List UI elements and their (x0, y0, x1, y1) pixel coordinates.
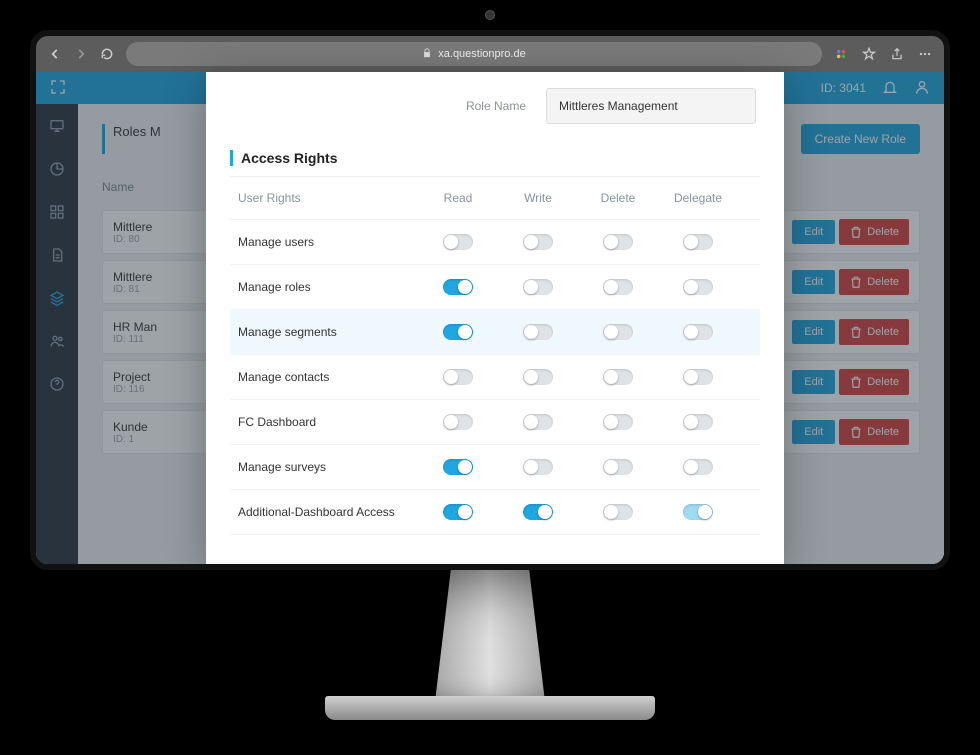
hdr-user-rights: User Rights (238, 191, 418, 205)
toggle[interactable] (683, 459, 713, 475)
hdr-write: Write (498, 191, 578, 205)
toggle[interactable] (683, 504, 713, 520)
right-label: FC Dashboard (238, 415, 418, 429)
toggle[interactable] (523, 504, 553, 520)
lock-icon (422, 48, 432, 61)
monitor-stand-base (325, 696, 655, 720)
toggle[interactable] (523, 279, 553, 295)
back-icon[interactable] (48, 47, 62, 61)
toggle[interactable] (443, 459, 473, 475)
hdr-delegate: Delegate (658, 191, 738, 205)
rights-row: Manage users (230, 220, 760, 265)
toggle[interactable] (603, 324, 633, 340)
reload-icon[interactable] (100, 47, 114, 61)
toggle[interactable] (523, 324, 553, 340)
toggle[interactable] (603, 234, 633, 250)
toggle[interactable] (443, 279, 473, 295)
toggle[interactable] (683, 279, 713, 295)
toggle[interactable] (683, 414, 713, 430)
rights-row: Manage segments (230, 310, 760, 355)
toggle[interactable] (443, 414, 473, 430)
forward-icon[interactable] (74, 47, 88, 61)
rights-row: Manage contacts (230, 355, 760, 400)
toggle[interactable] (603, 279, 633, 295)
toggle[interactable] (443, 369, 473, 385)
toggle[interactable] (443, 324, 473, 340)
hdr-delete: Delete (578, 191, 658, 205)
toggle[interactable] (523, 414, 553, 430)
toggle[interactable] (683, 369, 713, 385)
rights-header: User Rights Read Write Delete Delegate (230, 176, 760, 220)
toggle[interactable] (603, 414, 633, 430)
url-text: xa.questionpro.de (438, 48, 525, 60)
right-label: Additional-Dashboard Access (238, 505, 418, 519)
toggle[interactable] (523, 234, 553, 250)
share-icon[interactable] (890, 47, 904, 61)
rights-row: Manage surveys (230, 445, 760, 490)
toggle[interactable] (603, 504, 633, 520)
monitor-frame: xa.questionpro.de ID: 3041 (30, 30, 950, 570)
more-icon[interactable] (918, 47, 932, 61)
toggle[interactable] (683, 234, 713, 250)
role-name-input[interactable] (546, 88, 756, 124)
role-name-label: Role Name (466, 99, 526, 113)
toggle[interactable] (603, 459, 633, 475)
toggle[interactable] (443, 504, 473, 520)
url-box[interactable]: xa.questionpro.de (126, 42, 822, 66)
right-label: Manage roles (238, 280, 418, 294)
browser-toolbar: xa.questionpro.de (36, 36, 944, 72)
star-icon[interactable] (862, 47, 876, 61)
toggle[interactable] (603, 369, 633, 385)
rights-row: FC Dashboard (230, 400, 760, 445)
toggle[interactable] (523, 459, 553, 475)
camera-dot (485, 10, 495, 20)
rights-row: Additional-Dashboard Access (230, 490, 760, 535)
right-label: Manage surveys (238, 460, 418, 474)
right-label: Manage users (238, 235, 418, 249)
right-label: Manage segments (238, 325, 418, 339)
toggle[interactable] (683, 324, 713, 340)
toggle[interactable] (523, 369, 553, 385)
section-title: Access Rights (230, 150, 760, 166)
mic-icon[interactable] (834, 47, 848, 61)
right-label: Manage contacts (238, 370, 418, 384)
monitor-stand-neck (420, 570, 560, 710)
toggle[interactable] (443, 234, 473, 250)
hdr-read: Read (418, 191, 498, 205)
rights-row: Manage roles (230, 265, 760, 310)
access-rights-dialog: Role Name Access Rights User Rights Read… (206, 72, 784, 564)
